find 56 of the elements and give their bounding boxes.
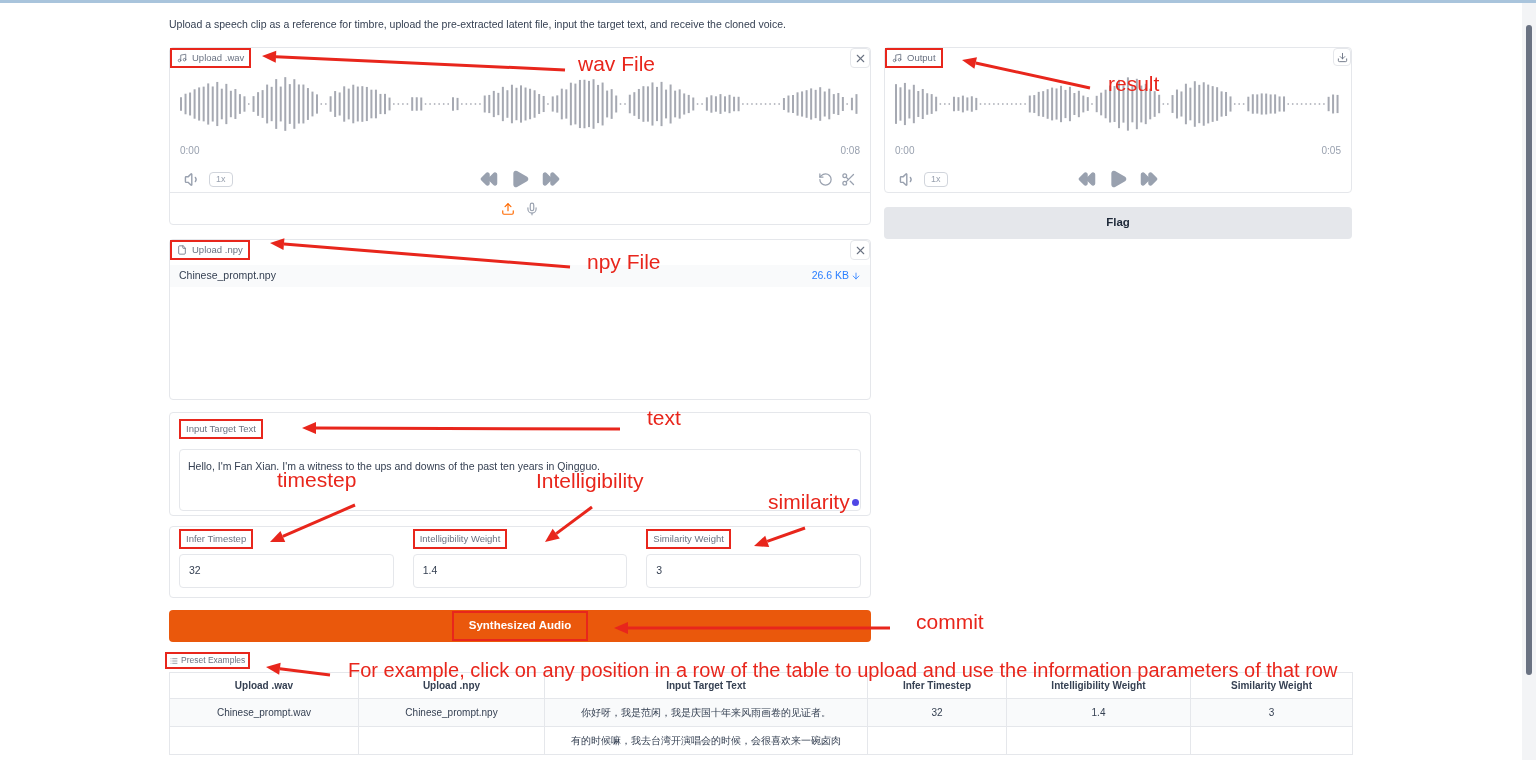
play-icon[interactable] [1108, 169, 1128, 189]
annotation-text: timestep [277, 469, 357, 490]
field-label: Output [885, 48, 943, 68]
description: Upload a speech clip as a reference for timbre, upload the pre-extracted latent file, input the target text, and receive the cloned voice. [169, 17, 787, 32]
field-label: Similarity Weight [646, 529, 731, 549]
music-note-icon [892, 53, 902, 63]
annotation-text: similarity [768, 491, 850, 512]
flag-button[interactable]: Flag [884, 207, 1352, 239]
file-icon [177, 245, 187, 255]
table-cell[interactable]: 你好呀，我是范闲，我是庆国十年来风雨画卷的见证者。 [581, 707, 831, 718]
field-label: Infer Timestep [179, 529, 254, 549]
file-name: Chinese_prompt.npy [179, 268, 276, 284]
close-button[interactable] [850, 48, 870, 68]
rewind-icon[interactable] [1078, 170, 1096, 188]
close-button[interactable] [850, 240, 870, 260]
annotation-arrow [266, 662, 331, 677]
annotation-text: result [1108, 73, 1160, 94]
number-field[interactable]: 1.4 [412, 554, 628, 588]
annotation-text: commit [916, 611, 984, 632]
time-start: 0:00 [895, 144, 915, 158]
table-cell[interactable]: 32 [931, 707, 943, 718]
synthesize-button[interactable]: Synthesized Audio [169, 610, 871, 642]
number-field[interactable]: 3 [646, 554, 861, 588]
table-cell[interactable]: 有的时候嘛，我去台湾开演唱会的时候，会很喜欢来一碗卤肉 [571, 735, 841, 746]
play-icon[interactable] [510, 169, 530, 189]
annotation-arrow [754, 526, 806, 547]
table-cell[interactable]: Chinese_prompt.wav [217, 707, 311, 718]
annotation-text: wav File [578, 53, 656, 74]
time-start: 0:00 [180, 144, 200, 158]
microphone-icon[interactable] [525, 201, 539, 216]
list-icon [170, 656, 178, 665]
field-label: Upload .npy [170, 240, 250, 260]
examples-label: Preset Examples [165, 652, 251, 669]
table-cell[interactable]: 1.4 [1091, 707, 1106, 718]
time-end: 0:05 [1321, 144, 1341, 158]
upload-icon[interactable] [501, 201, 515, 216]
undo-icon[interactable] [818, 171, 833, 187]
music-note-icon [177, 53, 187, 63]
annotation-text: text [647, 407, 681, 428]
download-icon[interactable] [851, 271, 861, 281]
field-label: Upload .wav [170, 48, 252, 68]
field-label: Intelligibility Weight [412, 529, 508, 549]
download-button[interactable] [1333, 48, 1351, 66]
fast-forward-icon[interactable] [542, 170, 560, 188]
number-field[interactable]: 32 [179, 554, 394, 588]
scissors-icon[interactable] [841, 171, 856, 187]
table-cell[interactable]: Chinese_prompt.npy [405, 707, 498, 718]
scrollbar[interactable] [1522, 3, 1536, 760]
file-size[interactable]: 26.6 KB [811, 268, 849, 284]
annotation-arrow [545, 505, 593, 542]
table-cell[interactable]: 3 [1268, 707, 1275, 718]
rewind-icon[interactable] [480, 170, 498, 188]
download-icon [1336, 51, 1348, 63]
field-label: Input Target Text [179, 419, 263, 439]
time-end: 0:08 [840, 144, 860, 158]
fast-forward-icon[interactable] [1140, 170, 1158, 188]
